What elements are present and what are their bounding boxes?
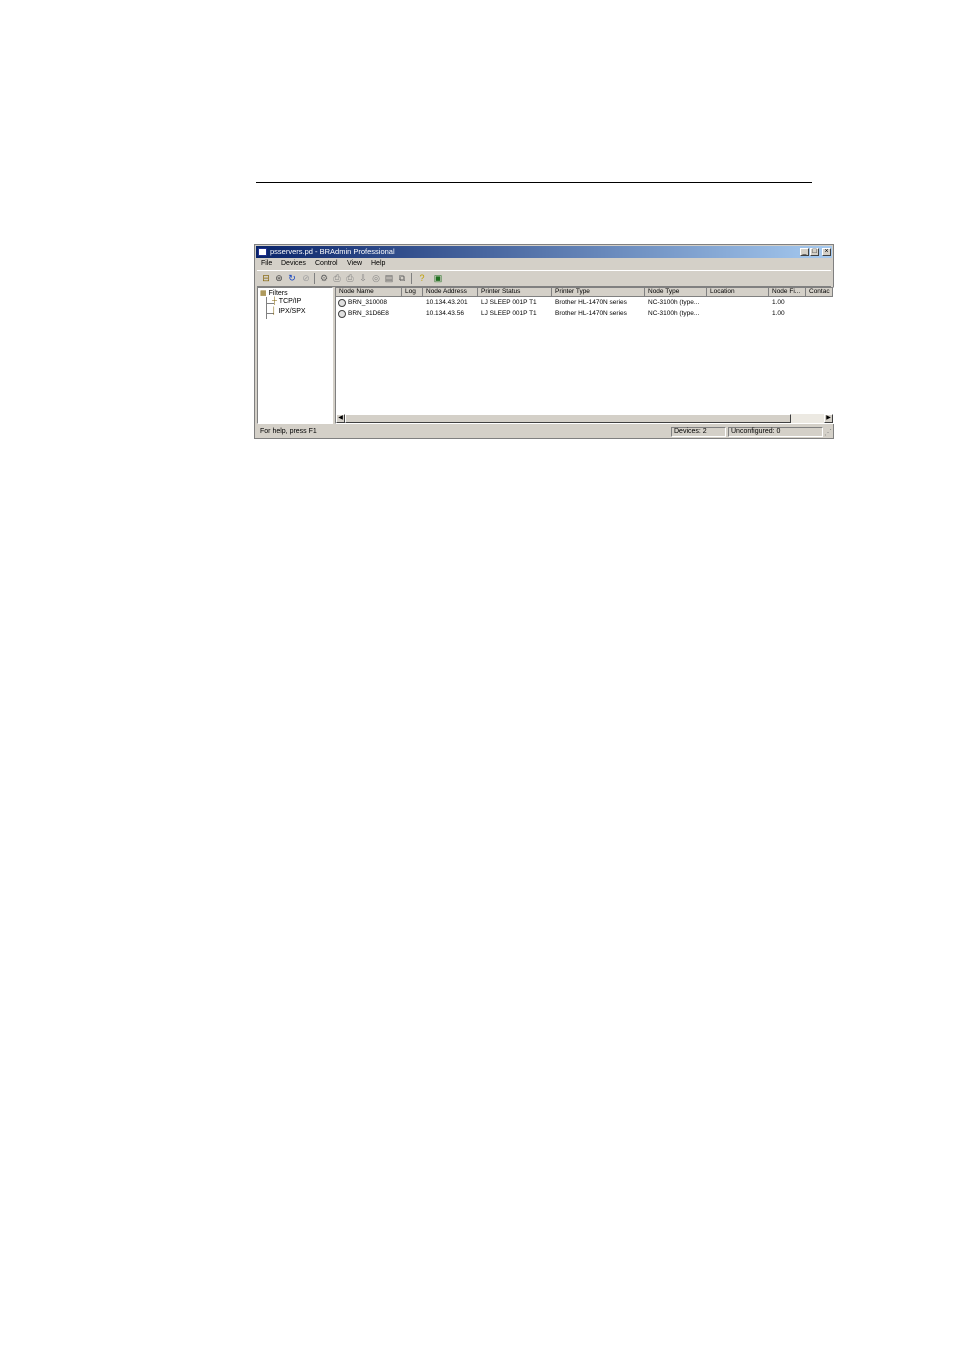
status-devices-count: Devices: 2 — [671, 427, 726, 437]
protocol-icon: ┼ — [272, 298, 277, 305]
cell-node-address: 10.134.43.201 — [426, 299, 468, 306]
column-header-node-firmware[interactable]: Node Fi... — [769, 288, 806, 297]
cell-node-firmware: 1.00 — [772, 310, 785, 317]
scroll-right-button[interactable]: ▶ — [824, 414, 833, 423]
column-header-contact[interactable]: Contac — [806, 288, 833, 297]
cell-node-name: BRN_31D6E8 — [348, 310, 389, 317]
cell-printer-type: Brother HL-1470N series — [555, 299, 627, 306]
cell-printer-status: LJ SLEEP 001P T1 — [481, 299, 537, 306]
tree-item-label: IPX/SPX — [278, 308, 306, 315]
printer-device-icon — [338, 310, 346, 318]
cell-node-firmware: 1.00 — [772, 299, 785, 306]
cell-printer-status: LJ SLEEP 001P T1 — [481, 310, 537, 317]
toolbar: ⊟ ⊛ ↻ ⊘ ⚙ ⎙ ⎙ ⇩ ◎ ▤ ⧉ ? ▣ — [257, 270, 831, 287]
stop-icon[interactable]: ⊘ — [301, 273, 311, 283]
filters-icon: ▦ — [260, 290, 267, 297]
search-icon[interactable]: ⊛ — [274, 273, 284, 283]
close-button[interactable]: × — [822, 248, 831, 256]
exit-icon[interactable]: ▣ — [433, 273, 443, 283]
menu-help[interactable]: Help — [371, 260, 385, 267]
cell-node-name: BRN_310008 — [348, 299, 388, 306]
resize-grip-icon[interactable]: ⋰ — [824, 428, 832, 437]
column-header-printer-type[interactable]: Printer Type — [552, 288, 645, 297]
scroll-left-button[interactable]: ◀ — [336, 414, 345, 423]
scrollbar-thumb[interactable] — [345, 414, 791, 423]
copy-icon[interactable]: ⧉ — [397, 273, 407, 283]
tree-item-label: TCP/IP — [278, 298, 302, 305]
maximize-button[interactable]: □ — [810, 248, 819, 256]
tree-item-tcpip[interactable]: ┼ TCP/IP — [272, 298, 301, 305]
status-bar: For help, press F1 Devices: 2 Unconfigur… — [257, 426, 832, 438]
properties-icon[interactable]: ▤ — [384, 273, 394, 283]
header-rule — [256, 182, 812, 183]
title-bar[interactable]: psservers.pd - BRAdmin Professional _ □ … — [256, 246, 832, 258]
configure-icon[interactable]: ⚙ — [319, 273, 329, 283]
protocol-icon: │ — [272, 308, 277, 315]
menu-devices[interactable]: Devices — [281, 260, 306, 267]
column-header-node-name[interactable]: Node Name — [336, 288, 402, 297]
menu-control[interactable]: Control — [315, 260, 338, 267]
window-title: psservers.pd - BRAdmin Professional — [270, 247, 395, 256]
bradmin-window: psservers.pd - BRAdmin Professional _ □ … — [254, 244, 834, 439]
web-icon[interactable]: ◎ — [371, 273, 381, 283]
help-icon[interactable]: ? — [417, 273, 427, 283]
menu-file[interactable]: File — [261, 260, 272, 267]
menu-bar: File Devices Control View Help — [257, 259, 831, 269]
printer-settings-icon[interactable]: ⎙ — [345, 273, 355, 283]
column-header-log[interactable]: Log — [402, 288, 423, 297]
cell-node-type: NC-3100h (type... — [648, 299, 700, 306]
status-help-text: For help, press F1 — [260, 428, 317, 435]
refresh-icon[interactable]: ↻ — [287, 273, 297, 283]
column-header-printer-status[interactable]: Printer Status — [478, 288, 552, 297]
tree-root-label: Filters — [268, 290, 288, 297]
cell-node-address: 10.134.43.56 — [426, 310, 464, 317]
filter-tree[interactable]: ▦ Filters ┼ TCP/IP │ IPX/SPX — [257, 287, 333, 424]
tree-item-ipxspx[interactable]: │ IPX/SPX — [272, 308, 306, 315]
menu-view[interactable]: View — [347, 260, 362, 267]
load-firmware-icon[interactable]: ⇩ — [358, 273, 368, 283]
device-list[interactable]: Node Name Log Node Address Printer Statu… — [335, 287, 834, 424]
minimize-button[interactable]: _ — [800, 248, 809, 256]
printer-icon[interactable]: ⎙ — [332, 273, 342, 283]
cell-printer-type: Brother HL-1470N series — [555, 310, 627, 317]
column-header-node-type[interactable]: Node Type — [645, 288, 707, 297]
app-icon — [258, 248, 267, 256]
tree-line — [266, 297, 267, 319]
open-icon[interactable]: ⊟ — [261, 273, 271, 283]
column-header-node-address[interactable]: Node Address — [423, 288, 478, 297]
toolbar-separator — [314, 273, 315, 284]
horizontal-scrollbar[interactable]: ◀ ▶ — [336, 414, 833, 423]
toolbar-separator — [411, 273, 412, 284]
tree-root[interactable]: ▦ Filters — [260, 289, 288, 297]
printer-device-icon — [338, 299, 346, 307]
column-header-location[interactable]: Location — [707, 288, 769, 297]
cell-node-type: NC-3100h (type... — [648, 310, 700, 317]
status-unconfigured-count: Unconfigured: 0 — [728, 427, 823, 437]
